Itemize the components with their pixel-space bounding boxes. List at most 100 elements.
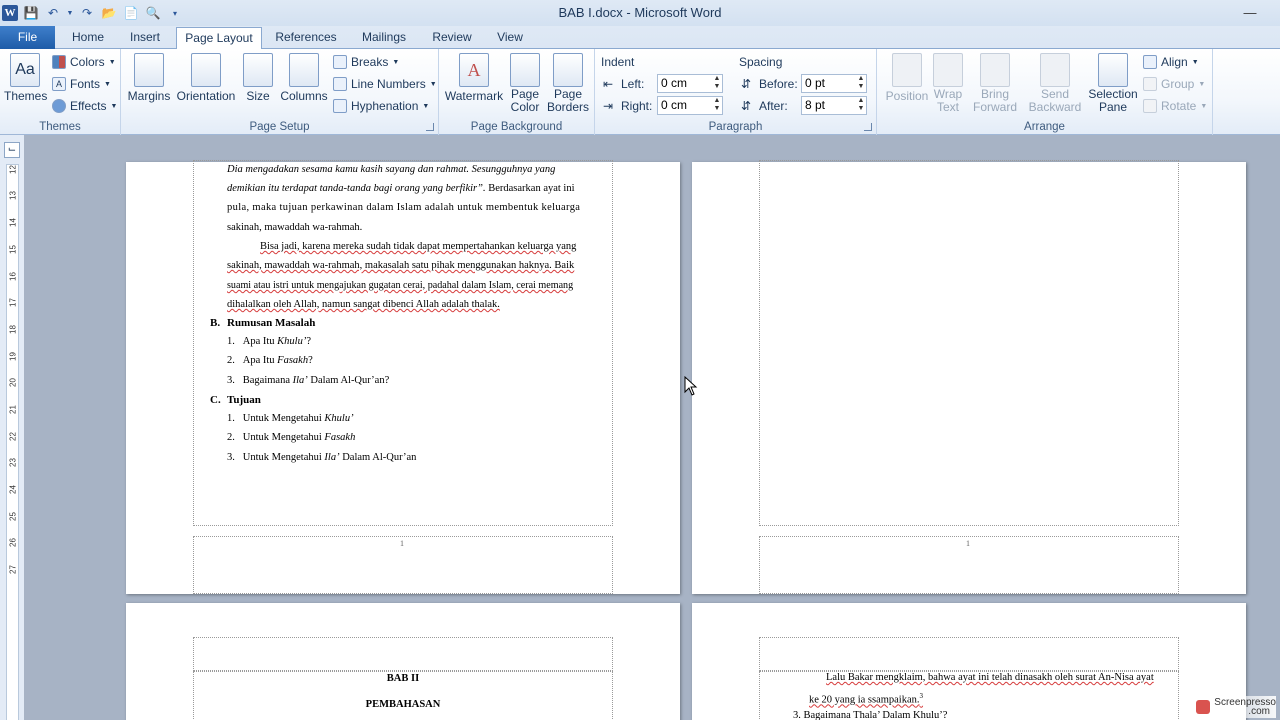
- size-button[interactable]: Size: [241, 53, 275, 103]
- size-icon: [243, 53, 273, 87]
- list-item[interactable]: 3. Untuk Mengetahui Ila’ Dalam Al-Qur’an: [227, 448, 416, 467]
- body-line[interactable]: pula, maka tujuan perkawinan dalam Islam…: [227, 198, 580, 217]
- body-line[interactable]: sakinah, mawaddah wa-rahmah.: [227, 218, 362, 237]
- new-document-icon[interactable]: 📄: [122, 4, 140, 22]
- chapter-subheading[interactable]: PEMBAHASAN: [126, 699, 680, 710]
- effects-button[interactable]: Effects ▼: [52, 96, 117, 116]
- selection-pane-button[interactable]: Selection Pane: [1087, 53, 1139, 114]
- page-borders-button[interactable]: Page Borders: [547, 53, 589, 114]
- vruler-num: 18: [8, 325, 18, 334]
- section-b-title[interactable]: Rumusan Masalah: [227, 317, 315, 329]
- tab-review[interactable]: Review: [424, 27, 480, 49]
- indent-right-value: 0 cm: [661, 98, 688, 112]
- tab-file[interactable]: File: [0, 26, 55, 49]
- save-icon[interactable]: 💾: [22, 4, 40, 22]
- fonts-button[interactable]: A Fonts ▼: [52, 74, 111, 94]
- page-1[interactable]: 1 Dia mengadakan sesama kamu kasih sayan…: [126, 160, 680, 594]
- line-numbers-button[interactable]: Line Numbers ▼: [333, 74, 437, 94]
- colors-button[interactable]: Colors ▼: [52, 52, 116, 72]
- orientation-button[interactable]: Orientation: [175, 53, 237, 103]
- undo-dropdown-icon[interactable]: ▼: [66, 4, 74, 22]
- body-line[interactable]: suami atau istri untuk mengajukan gugata…: [227, 276, 573, 295]
- indent-right-text: Right:: [621, 99, 653, 113]
- customize-qat-icon[interactable]: ▾: [166, 4, 184, 22]
- paragraph-group-label: Paragraph: [708, 121, 763, 133]
- position-label: Position: [885, 89, 929, 103]
- page-setup-launcher-icon[interactable]: [426, 123, 434, 131]
- indent-left-icon: ⇤: [603, 77, 614, 91]
- indent-left-spinner[interactable]: ▲ ▼: [712, 75, 722, 92]
- page-2-number: 1: [966, 539, 970, 548]
- list-item[interactable]: 2. Apa Itu Fasakh?: [227, 351, 313, 370]
- tab-mailings[interactable]: Mailings: [352, 27, 416, 49]
- list-item[interactable]: 2. Untuk Mengetahui Fasakh: [227, 428, 355, 447]
- group-label: Group: [1161, 77, 1195, 91]
- columns-button[interactable]: Columns: [279, 53, 329, 103]
- body-line[interactable]: dihalalkan oleh Allah, namun sangat dibe…: [227, 295, 500, 314]
- minimize-button[interactable]: —: [1238, 3, 1262, 21]
- vruler-num: 17: [8, 298, 18, 307]
- vertical-ruler[interactable]: 12 13 14 15 16 17 18 19 20 21 22 23 24 2…: [6, 164, 19, 720]
- list-item[interactable]: 1. Apa Itu Khulu’?: [227, 332, 311, 351]
- themes-group: Aa Themes Colors ▼ A Fonts ▼ Effects ▼ Theme…: [0, 49, 121, 135]
- tab-page-layout[interactable]: Page Layout: [176, 27, 262, 50]
- page-background-group: A Watermark Page Color Page Borders Page Ba…: [439, 49, 595, 135]
- body-line[interactable]: Lalu Bakar mengklaim, bahwa ayat ini tel…: [826, 668, 1154, 687]
- hyphenation-button[interactable]: Hyphenation ▼: [333, 96, 429, 116]
- send-backward-button[interactable]: Send Backward: [1025, 53, 1085, 114]
- body-line[interactable]: Bisa jadi, karena mereka sudah tidak dap…: [260, 237, 576, 256]
- indent-right-icon: ⇥: [603, 99, 614, 113]
- tab-view[interactable]: View: [488, 27, 532, 49]
- spacing-after-icon: ⇵: [741, 99, 752, 113]
- chapter-heading[interactable]: BAB II: [126, 673, 680, 684]
- align-button[interactable]: Align ▼: [1143, 52, 1199, 72]
- spacing-after-spinner[interactable]: ▲ ▼: [856, 97, 866, 114]
- list-item[interactable]: 3. Bagaimana Ila’ Dalam Al-Qur’an?: [227, 371, 389, 390]
- rotate-button[interactable]: Rotate ▼: [1143, 96, 1207, 116]
- page-color-button[interactable]: Page Color: [507, 53, 543, 114]
- spacing-before-input[interactable]: 0 pt ▲ ▼: [801, 74, 867, 93]
- bring-forward-button[interactable]: Bring Forward: [967, 53, 1023, 114]
- colors-label: Colors: [70, 55, 105, 69]
- paragraph-launcher-icon[interactable]: [864, 123, 872, 131]
- undo-icon[interactable]: ↶: [44, 4, 62, 22]
- redo-icon[interactable]: ↷: [78, 4, 96, 22]
- tab-selector-button[interactable]: ⌙: [4, 142, 20, 158]
- effects-label: Effects: [70, 99, 107, 113]
- watermark-button[interactable]: A Watermark: [444, 53, 504, 103]
- print-preview-icon[interactable]: 🔍: [144, 4, 162, 22]
- list-item[interactable]: 3. Bagaimana Thala’ Dalam Khulu’?: [793, 706, 947, 720]
- open-icon[interactable]: 📂: [100, 4, 118, 22]
- body-line[interactable]: Dia mengadakan sesama kamu kasih sayang …: [227, 160, 555, 179]
- page-3[interactable]: BAB II PEMBAHASAN: [126, 603, 680, 720]
- section-c-title[interactable]: Tujuan: [227, 394, 261, 406]
- breaks-button[interactable]: Breaks ▼: [333, 52, 399, 72]
- rotate-icon: [1143, 99, 1157, 113]
- tab-home[interactable]: Home: [63, 27, 113, 49]
- body-line[interactable]: demikian itu terdapat tanda-tanda bagi o…: [227, 179, 575, 198]
- breaks-icon: [333, 55, 347, 69]
- themes-icon: Aa: [10, 53, 40, 87]
- indent-left-input[interactable]: 0 cm ▲ ▼: [657, 74, 723, 93]
- position-button[interactable]: Position: [881, 53, 933, 103]
- group-button[interactable]: Group ▼: [1143, 74, 1205, 94]
- wrap-text-button[interactable]: Wrap Text: [931, 53, 965, 114]
- tab-insert[interactable]: Insert: [120, 27, 170, 49]
- vruler-num: 26: [8, 538, 18, 547]
- spacing-after-input[interactable]: 8 pt ▲ ▼: [801, 96, 867, 115]
- tab-references[interactable]: References: [268, 27, 344, 49]
- themes-button[interactable]: Aa Themes: [4, 53, 47, 103]
- page-4[interactable]: Lalu Bakar mengklaim, bahwa ayat ini tel…: [692, 603, 1246, 720]
- indent-right-spinner[interactable]: ▲ ▼: [712, 97, 722, 114]
- indent-right-input[interactable]: 0 cm ▲ ▼: [657, 96, 723, 115]
- wrap-label-2: Text: [936, 100, 959, 114]
- body-line[interactable]: sakinah, mawaddah wa-rahmah, makasalah s…: [227, 256, 574, 275]
- size-label: Size: [246, 89, 270, 103]
- list-item[interactable]: 1. Untuk Mengetahui Khulu’: [227, 409, 354, 428]
- page-2[interactable]: 1: [692, 160, 1246, 594]
- vruler-num: 23: [8, 458, 18, 467]
- spacing-before-spinner[interactable]: ▲ ▼: [856, 75, 866, 92]
- document-canvas[interactable]: 1 Dia mengadakan sesama kamu kasih sayan…: [24, 135, 1280, 720]
- word-app-icon[interactable]: W: [2, 5, 18, 21]
- margins-button[interactable]: Margins: [127, 53, 171, 103]
